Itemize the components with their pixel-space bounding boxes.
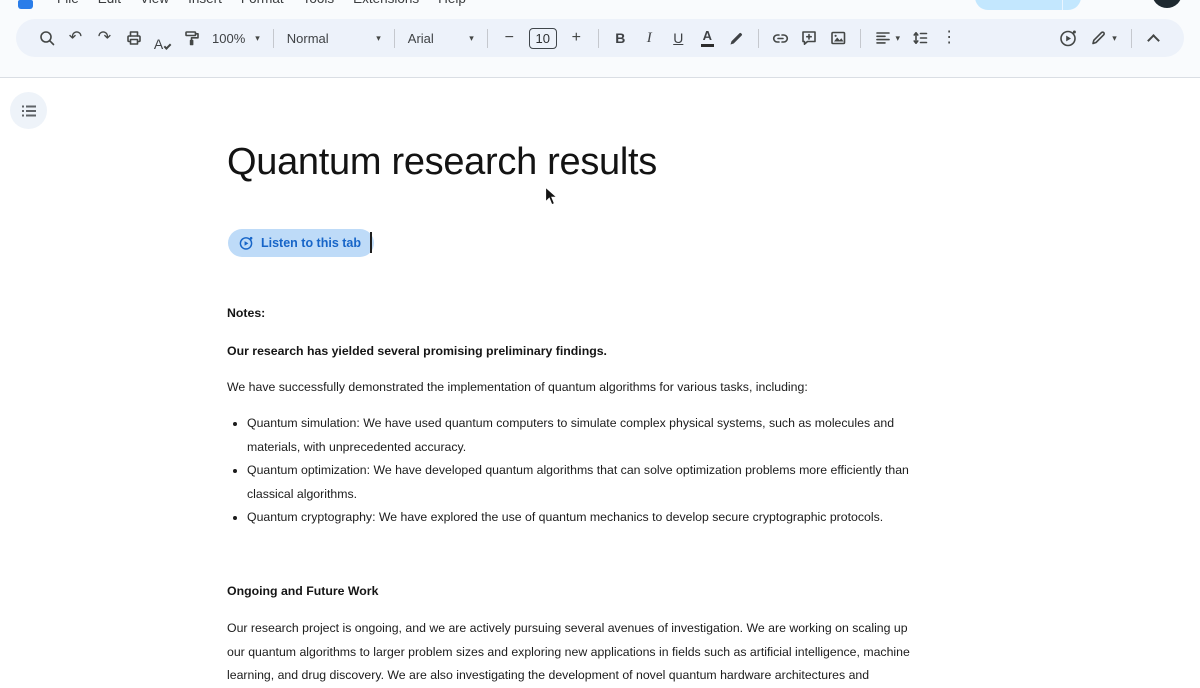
listen-icon xyxy=(238,235,254,251)
underline-button[interactable]: U xyxy=(665,25,692,52)
page-title: Quantum research results xyxy=(227,141,657,184)
listen-icon xyxy=(1058,28,1078,48)
redo-button[interactable]: ↷ xyxy=(91,25,118,52)
intro-line: We have successfully demonstrated the im… xyxy=(227,376,808,400)
italic-button[interactable]: I xyxy=(636,25,663,52)
font-size-value: 10 xyxy=(536,31,550,46)
ongoing-paragraph: Our research project is ongoing, and we … xyxy=(227,617,910,688)
text-color-icon: A xyxy=(703,29,712,42)
align-button[interactable]: ▾ xyxy=(869,25,905,52)
menu-item-file[interactable]: File xyxy=(57,0,79,6)
text-color-button[interactable]: A xyxy=(694,25,721,52)
bullet-list: Quantum simulation: We have used quantum… xyxy=(228,412,909,530)
toolbar-divider xyxy=(1131,29,1132,48)
zoom-select[interactable]: 100% ▾ xyxy=(206,25,266,52)
menu-item-insert[interactable]: Insert xyxy=(188,0,222,6)
toolbar-divider xyxy=(758,29,759,48)
document-outline-button[interactable] xyxy=(10,92,47,129)
toolbar-divider xyxy=(860,29,861,48)
paragraph-style-select[interactable]: Normal ▾ xyxy=(281,25,387,52)
insert-link-button[interactable] xyxy=(767,25,794,52)
toolbar-divider xyxy=(487,29,488,48)
redo-icon: ↷ xyxy=(98,30,111,46)
list-item: Quantum optimization: We have developed … xyxy=(247,459,909,506)
editing-mode-button[interactable]: ▾ xyxy=(1083,25,1123,52)
hide-menus-button[interactable] xyxy=(1140,25,1167,52)
chevron-up-icon xyxy=(1147,34,1160,47)
paragraph-style-value: Normal xyxy=(287,31,329,46)
toolbar: ↶ ↷ A 100% ▾ Normal ▾ Arial ▾ − 10 + B xyxy=(16,19,1184,57)
mouse-cursor xyxy=(544,186,559,212)
share-button[interactable] xyxy=(975,0,1081,10)
menu-item-tools[interactable]: Tools xyxy=(303,0,335,6)
bold-icon: B xyxy=(615,30,625,46)
font-size-input[interactable]: 10 xyxy=(529,28,557,49)
spellcheck-icon: A xyxy=(154,36,163,52)
menu-item-format[interactable]: Format xyxy=(241,0,284,6)
undo-icon: ↶ xyxy=(69,30,82,46)
font-family-value: Arial xyxy=(408,31,434,46)
toolbar-zone: ↶ ↷ A 100% ▾ Normal ▾ Arial ▾ − 10 + B xyxy=(0,10,1200,78)
pencil-icon xyxy=(1089,29,1107,47)
toolbar-divider xyxy=(273,29,274,48)
search-icon xyxy=(38,29,56,47)
image-icon xyxy=(829,29,847,47)
font-size-decrease-button[interactable]: − xyxy=(496,25,523,52)
minus-icon: − xyxy=(505,30,514,46)
listen-to-tab-button[interactable] xyxy=(1054,25,1081,52)
font-family-select[interactable]: Arial ▾ xyxy=(402,25,480,52)
chevron-down-icon: ▾ xyxy=(896,34,901,43)
toolbar-divider xyxy=(598,29,599,48)
align-left-icon xyxy=(874,29,892,47)
spellcheck-button[interactable]: A xyxy=(149,25,176,52)
search-button[interactable] xyxy=(33,25,60,52)
menu-item-view[interactable]: View xyxy=(140,0,169,6)
line-spacing-icon xyxy=(911,29,929,47)
paint-roller-icon xyxy=(183,29,201,47)
chevron-down-icon: ▾ xyxy=(1112,34,1117,43)
zoom-value: 100% xyxy=(212,31,245,46)
undo-button[interactable]: ↶ xyxy=(62,25,89,52)
more-options-button[interactable]: ⋮ xyxy=(936,25,963,52)
menu-item-help[interactable]: Help xyxy=(438,0,466,6)
comment-icon xyxy=(800,29,818,47)
italic-icon: I xyxy=(647,30,652,47)
chevron-down-icon: ▾ xyxy=(255,34,260,43)
add-comment-button[interactable] xyxy=(796,25,823,52)
print-icon xyxy=(125,29,143,47)
chevron-down-icon: ▾ xyxy=(469,34,474,43)
menu-row: File Edit View Insert Format Tools Exten… xyxy=(57,0,466,6)
docs-logo[interactable] xyxy=(18,0,33,9)
chevron-down-icon: ▾ xyxy=(376,34,381,43)
underline-icon: U xyxy=(673,30,683,46)
insert-image-button[interactable] xyxy=(825,25,852,52)
menu-bar: File Edit View Insert Format Tools Exten… xyxy=(0,0,1200,10)
print-button[interactable] xyxy=(120,25,147,52)
toolbar-divider xyxy=(394,29,395,48)
more-vertical-icon: ⋮ xyxy=(941,30,957,46)
link-icon xyxy=(771,29,790,48)
highlight-color-button[interactable] xyxy=(723,25,750,52)
list-item: Quantum simulation: We have used quantum… xyxy=(247,412,909,459)
bold-button[interactable]: B xyxy=(607,25,634,52)
line-spacing-button[interactable] xyxy=(907,25,934,52)
menu-item-edit[interactable]: Edit xyxy=(98,0,121,6)
findings-line: Our research has yielded several promisi… xyxy=(227,340,607,364)
text-cursor xyxy=(370,232,372,253)
plus-icon: + xyxy=(572,30,581,46)
profile-avatar[interactable] xyxy=(1152,0,1182,8)
notes-heading: Notes: xyxy=(227,302,265,326)
ongoing-heading: Ongoing and Future Work xyxy=(227,580,378,604)
listen-chip-label: Listen to this tab xyxy=(261,236,361,250)
list-item: Quantum cryptography: We have explored t… xyxy=(247,506,909,530)
outline-icon xyxy=(21,104,37,118)
font-size-increase-button[interactable]: + xyxy=(563,25,590,52)
listen-to-this-tab-chip[interactable]: Listen to this tab xyxy=(228,229,374,257)
menu-item-extensions[interactable]: Extensions xyxy=(353,0,419,6)
paint-format-button[interactable] xyxy=(178,25,205,52)
highlighter-icon xyxy=(727,29,745,47)
